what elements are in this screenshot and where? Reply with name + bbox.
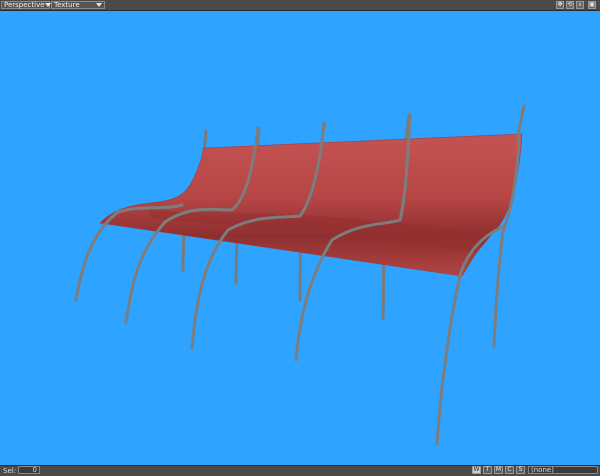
- toggle-c[interactable]: C: [505, 466, 514, 474]
- chevron-down-icon: [96, 3, 102, 7]
- toggle-w[interactable]: W: [472, 466, 481, 474]
- render-mode-label: Texture: [54, 1, 80, 9]
- move-view-icon[interactable]: ✥: [556, 1, 564, 9]
- toggle-t[interactable]: T: [483, 466, 492, 474]
- toggle-s[interactable]: S: [516, 466, 525, 474]
- rotate-view-icon[interactable]: ⟲: [566, 1, 574, 9]
- chevron-down-icon: [44, 3, 51, 7]
- maximize-view-icon[interactable]: ▣: [588, 1, 596, 9]
- render-mode-dropdown[interactable]: Texture: [51, 1, 105, 9]
- layer-field[interactable]: (none): [528, 466, 598, 474]
- zoom-view-icon[interactable]: ⌕: [576, 1, 584, 9]
- lofted-surface: [99, 133, 523, 277]
- view-mode-dropdown[interactable]: Perspective: [1, 1, 51, 9]
- view-mode-label: Perspective: [4, 1, 45, 9]
- scene-render: [74, 104, 526, 446]
- 3d-viewport[interactable]: [0, 11, 600, 464]
- status-text: Sel:: [3, 467, 17, 475]
- top-right-curve: [516, 104, 526, 137]
- front-curve-6: [492, 224, 506, 348]
- viewport-header: Perspective Texture: [0, 0, 600, 11]
- toggle-m[interactable]: M: [494, 466, 503, 474]
- selection-count-field[interactable]: 0: [18, 466, 40, 474]
